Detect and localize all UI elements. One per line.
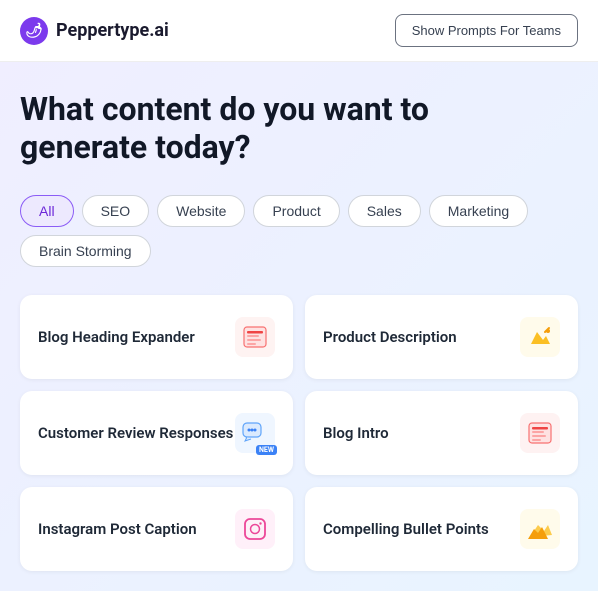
tab-website[interactable]: Website [157,195,245,227]
bullet-points-icon-wrapper [520,509,560,549]
product-desc-icon [520,317,560,357]
blog-heading-icon [235,317,275,357]
filter-tabs: All SEO Website Product Sales Marketing … [20,195,578,267]
card-product-desc[interactable]: Product Description [305,295,578,379]
tab-brainstorming[interactable]: Brain Storming [20,235,151,267]
tab-sales[interactable]: Sales [348,195,421,227]
logo-icon: 🌶 [20,17,48,45]
card-customer-review[interactable]: Customer Review Responses NEW [20,391,293,475]
page-title: What content do you want to generate tod… [20,90,578,167]
card-product-desc-label: Product Description [323,328,457,346]
card-bullet-points-label: Compelling Bullet Points [323,520,489,538]
blog-intro-icon [520,413,560,453]
card-blog-heading[interactable]: Blog Heading Expander [20,295,293,379]
card-blog-intro[interactable]: Blog Intro [305,391,578,475]
card-blog-heading-label: Blog Heading Expander [38,328,195,346]
logo-area: 🌶 Peppertype.ai [20,17,169,45]
card-instagram[interactable]: Instagram Post Caption [20,487,293,571]
product-desc-icon-wrapper [520,317,560,357]
tab-seo[interactable]: SEO [82,195,150,227]
tab-all[interactable]: All [20,195,74,227]
customer-review-icon-wrapper: NEW [235,413,275,453]
tab-marketing[interactable]: Marketing [429,195,528,227]
logo-text: Peppertype.ai [56,20,169,41]
instagram-icon [235,509,275,549]
cards-grid: Blog Heading Expander Product Descriptio… [20,295,578,571]
blog-intro-icon-wrapper [520,413,560,453]
show-prompts-teams-button[interactable]: Show Prompts For Teams [395,14,578,47]
card-bullet-points[interactable]: Compelling Bullet Points [305,487,578,571]
instagram-icon-wrapper [235,509,275,549]
new-badge: NEW [256,445,277,455]
card-customer-review-label: Customer Review Responses [38,424,233,442]
bullet-points-icon [520,509,560,549]
header: 🌶 Peppertype.ai Show Prompts For Teams [0,0,598,62]
card-instagram-label: Instagram Post Caption [38,520,197,538]
card-blog-intro-label: Blog Intro [323,424,389,442]
main-content: What content do you want to generate tod… [0,62,598,591]
blog-heading-icon-wrapper [235,317,275,357]
tab-product[interactable]: Product [253,195,339,227]
